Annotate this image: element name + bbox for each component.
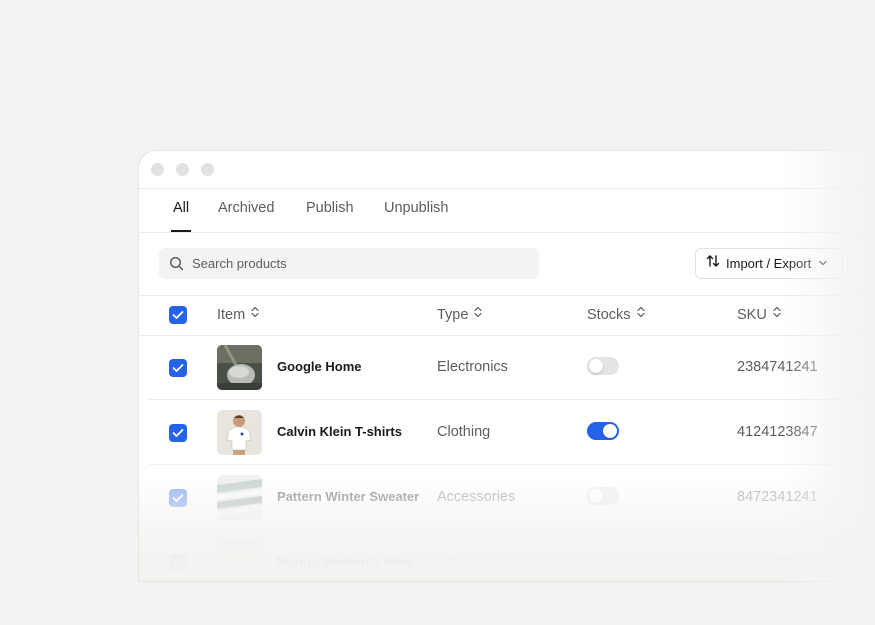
table-row[interactable]: Google Home Electronics 2384741241 — [149, 335, 875, 400]
product-type: Electronics — [437, 359, 508, 375]
row-checkbox[interactable] — [169, 424, 187, 442]
tab-bar: All Archived Publish Unpublish — [139, 188, 875, 233]
row-checkbox[interactable] — [169, 359, 187, 377]
product-type: Clothing — [437, 424, 491, 440]
stock-toggle[interactable] — [587, 422, 619, 440]
stock-toggle[interactable] — [587, 357, 619, 375]
product-sku: 8472341241 — [737, 489, 818, 505]
sort-icon — [474, 295, 483, 333]
shoe-thumbnail — [217, 540, 262, 581]
row-checkbox[interactable] — [169, 489, 187, 507]
toggle-knob — [589, 359, 603, 373]
product-sku: 2412384741 — [737, 554, 818, 570]
close-window-dot[interactable] — [151, 163, 164, 176]
toggle-knob — [589, 554, 603, 568]
column-header-item-label: Item — [217, 307, 246, 323]
stock-toggle[interactable] — [587, 552, 619, 570]
table-header: Item Type Stocks SKU — [139, 295, 875, 336]
search-icon — [169, 256, 184, 276]
row-checkbox[interactable] — [169, 554, 187, 572]
google-home-thumbnail — [217, 345, 262, 390]
column-header-stocks[interactable]: Stocks — [587, 296, 645, 335]
table-row[interactable]: Mango Women's shoe Shoes 2412384741 — [149, 530, 875, 581]
minimize-window-dot[interactable] — [176, 163, 189, 176]
toggle-knob — [589, 489, 603, 503]
column-header-type-label: Type — [437, 307, 469, 323]
product-sku: 2384741241 — [737, 359, 818, 375]
sort-icon — [251, 295, 259, 333]
toggle-knob — [603, 424, 617, 438]
title-bar — [139, 151, 875, 189]
product-name: Pattern Winter Sweater — [277, 489, 420, 504]
table-row[interactable]: Calvin Klein T-shirts Clothing 412412384… — [149, 400, 875, 465]
stock-toggle[interactable] — [587, 487, 619, 505]
tab-unpublish[interactable]: Unpublish — [384, 188, 449, 232]
product-name: Calvin Klein T-shirts — [277, 424, 402, 439]
sort-icon — [636, 295, 645, 333]
tshirt-thumbnail — [217, 410, 262, 455]
tab-archived[interactable]: Archived — [218, 188, 274, 232]
product-name: Google Home — [277, 359, 362, 374]
tab-all[interactable]: All — [170, 188, 192, 232]
search-bar — [159, 248, 539, 279]
product-name: Mango Women's shoe — [277, 554, 414, 569]
import-export-button[interactable]: Import / Export — [695, 248, 843, 279]
product-type: Shoes — [437, 554, 479, 570]
select-all-checkbox[interactable] — [169, 306, 187, 324]
maximize-window-dot[interactable] — [201, 163, 214, 176]
product-type: Accessories — [437, 489, 516, 505]
sort-icon — [773, 295, 781, 333]
column-header-sku[interactable]: SKU — [737, 296, 781, 335]
sort-arrows-icon — [706, 254, 720, 273]
import-export-label: Import / Export — [726, 256, 812, 271]
search-input[interactable] — [192, 248, 522, 279]
app-window: All Archived Publish Unpublish Import / … — [138, 150, 875, 582]
column-header-type[interactable]: Type — [437, 295, 483, 335]
table-row[interactable]: Pattern Winter Sweater Accessories 84723… — [149, 465, 875, 530]
sweater-thumbnail — [217, 475, 262, 520]
product-sku: 4124123847 — [737, 424, 818, 440]
column-header-sku-label: SKU — [737, 307, 767, 323]
chevron-down-icon — [818, 255, 828, 273]
tab-publish[interactable]: Publish — [306, 188, 354, 232]
column-header-stocks-label: Stocks — [587, 307, 631, 323]
column-header-item[interactable]: Item — [217, 296, 259, 335]
